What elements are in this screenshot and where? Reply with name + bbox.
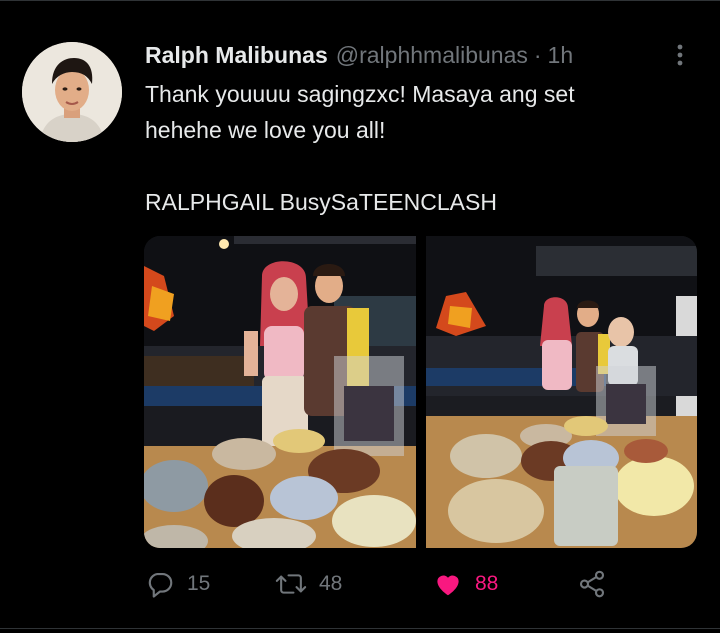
share-icon bbox=[579, 570, 605, 598]
meta-separator: · bbox=[533, 41, 542, 68]
author-handle[interactable]: @ralphhmalibunas bbox=[336, 42, 528, 69]
more-vertical-icon bbox=[677, 44, 683, 66]
party-photo-image bbox=[144, 236, 416, 548]
tweet-actions: 15 48 88 bbox=[145, 566, 685, 602]
retweet-icon bbox=[275, 574, 307, 594]
reply-count: 15 bbox=[187, 572, 211, 595]
retweet-count: 48 bbox=[319, 572, 343, 595]
party-photo-image bbox=[425, 236, 697, 548]
like-count: 88 bbox=[475, 572, 499, 595]
tweet-timestamp[interactable]: 1h bbox=[548, 42, 574, 69]
tweet-text: Thank youuuu sagingzxc! Masaya ang set h… bbox=[145, 76, 685, 220]
top-divider bbox=[0, 0, 720, 1]
reply-button[interactable]: 15 bbox=[145, 566, 210, 602]
media-photo-2[interactable] bbox=[425, 236, 698, 548]
avatar-portrait-icon bbox=[22, 42, 122, 142]
reply-icon bbox=[148, 572, 173, 598]
media-grid bbox=[144, 236, 697, 548]
heart-icon bbox=[437, 575, 459, 596]
more-options-button[interactable] bbox=[665, 42, 695, 68]
share-button[interactable] bbox=[577, 566, 607, 602]
like-button[interactable]: 88 bbox=[433, 566, 498, 602]
media-photo-1[interactable] bbox=[144, 236, 416, 548]
author-display-name[interactable]: Ralph Malibunas bbox=[145, 42, 328, 69]
bottom-divider bbox=[0, 628, 720, 629]
tweet-text-line: hehehe we love you all! bbox=[145, 117, 386, 143]
avatar[interactable] bbox=[22, 42, 122, 142]
tweet-header: Ralph Malibunas @ralphhmalibunas · 1h bbox=[145, 38, 685, 72]
tweet-text-line: Thank youuuu sagingzxc! Masaya ang set bbox=[145, 81, 575, 107]
retweet-button[interactable]: 48 bbox=[275, 566, 342, 602]
tweet-text-line: RALPHGAIL BusySaTEENCLASH bbox=[145, 189, 497, 215]
